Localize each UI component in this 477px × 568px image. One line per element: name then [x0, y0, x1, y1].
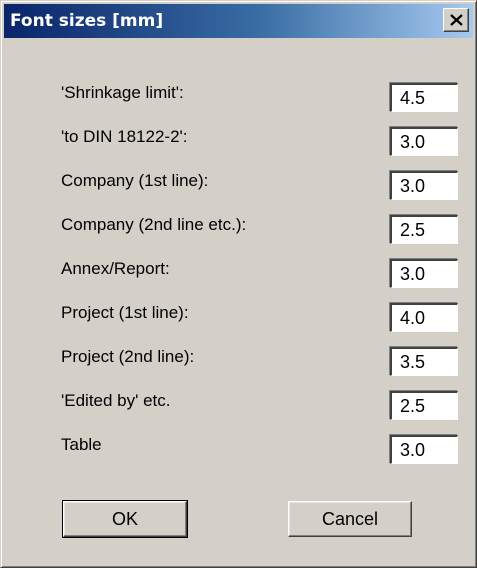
input-shrinkage-limit[interactable]	[390, 83, 458, 112]
ok-button[interactable]: OK	[62, 500, 188, 538]
label-annex-report: Annex/Report:	[61, 259, 170, 278]
label-project-2nd-line: Project (2nd line):	[61, 347, 195, 366]
font-sizes-dialog: Font sizes [mm] 'Shrinkage limit': 'to D…	[0, 0, 477, 568]
label-company-1st-line: Company (1st line):	[61, 171, 209, 190]
close-button[interactable]	[443, 8, 469, 32]
title-bar[interactable]: Font sizes [mm]	[4, 4, 473, 38]
input-annex-report[interactable]	[390, 259, 458, 288]
input-project-2nd-line[interactable]	[390, 347, 458, 376]
close-icon	[450, 14, 463, 26]
label-to-din: 'to DIN 18122-2':	[61, 127, 188, 146]
input-company-2nd-line[interactable]	[390, 215, 458, 244]
label-company-2nd-line: Company (2nd line etc.):	[61, 215, 247, 234]
label-edited-by: 'Edited by' etc.	[61, 391, 171, 410]
input-to-din[interactable]	[390, 127, 458, 156]
input-project-1st-line[interactable]	[390, 303, 458, 332]
input-table[interactable]	[390, 435, 458, 464]
input-company-1st-line[interactable]	[390, 171, 458, 200]
input-edited-by[interactable]	[390, 391, 458, 420]
label-project-1st-line: Project (1st line):	[61, 303, 189, 322]
cancel-button[interactable]: Cancel	[288, 501, 412, 537]
label-table: Table	[61, 435, 102, 454]
label-shrinkage-limit: 'Shrinkage limit':	[61, 83, 184, 102]
dialog-title: Font sizes [mm]	[10, 11, 164, 31]
